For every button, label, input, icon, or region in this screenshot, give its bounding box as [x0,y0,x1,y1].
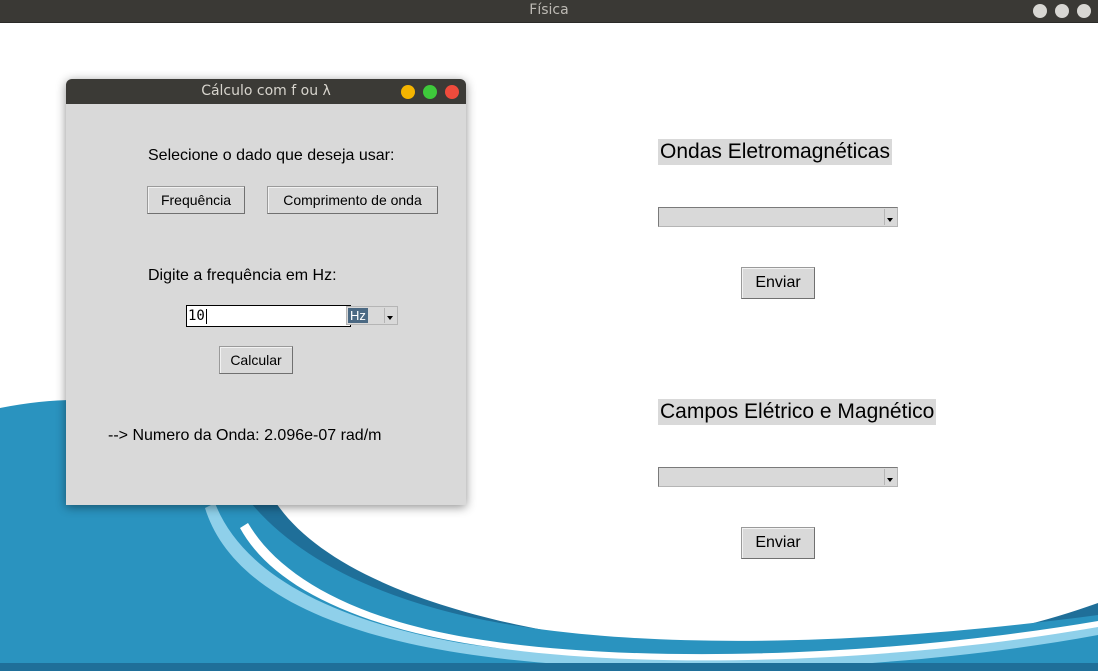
close-icon[interactable] [445,85,459,99]
campos-select[interactable] [658,467,898,487]
main-window-titlebar: Física [0,0,1098,23]
main-window-close-icon[interactable] [1077,4,1091,18]
wavelength-button[interactable]: Comprimento de onda [267,186,438,214]
calculation-dialog: Cálculo com f ou λ Selecione o dado que … [66,79,466,505]
frequency-input-value: 10 [188,308,205,324]
main-window-title: Física [529,2,569,18]
ondas-section-label: Ondas Eletromagnéticas [658,139,892,165]
frequency-input[interactable]: 10 [186,305,351,327]
maximize-icon[interactable] [423,85,437,99]
frequency-input-prompt: Digite a frequência em Hz: [148,267,337,284]
dropdown-arrow-icon[interactable] [884,469,896,485]
unit-select[interactable]: Hz [346,306,398,325]
campos-submit-button[interactable]: Enviar [741,527,815,559]
main-window-maximize-icon[interactable] [1055,4,1069,18]
dropdown-arrow-icon[interactable] [384,308,396,323]
select-data-prompt: Selecione o dado que deseja usar: [148,147,395,164]
calculate-button[interactable]: Calcular [219,346,293,374]
dialog-titlebar: Cálculo com f ou λ [66,79,466,104]
result-text: --> Numero da Onda: 2.096e-07 rad/m [108,427,382,444]
ondas-submit-button[interactable]: Enviar [741,267,815,299]
campos-section-label: Campos Elétrico e Magnético [658,399,937,425]
unit-selected-value: Hz [348,308,368,323]
main-window-minimize-icon[interactable] [1033,4,1047,18]
ondas-select[interactable] [658,207,898,227]
minimize-icon[interactable] [401,85,415,99]
frequency-button[interactable]: Frequência [147,186,245,214]
text-caret [205,308,207,324]
dropdown-arrow-icon[interactable] [884,209,896,225]
